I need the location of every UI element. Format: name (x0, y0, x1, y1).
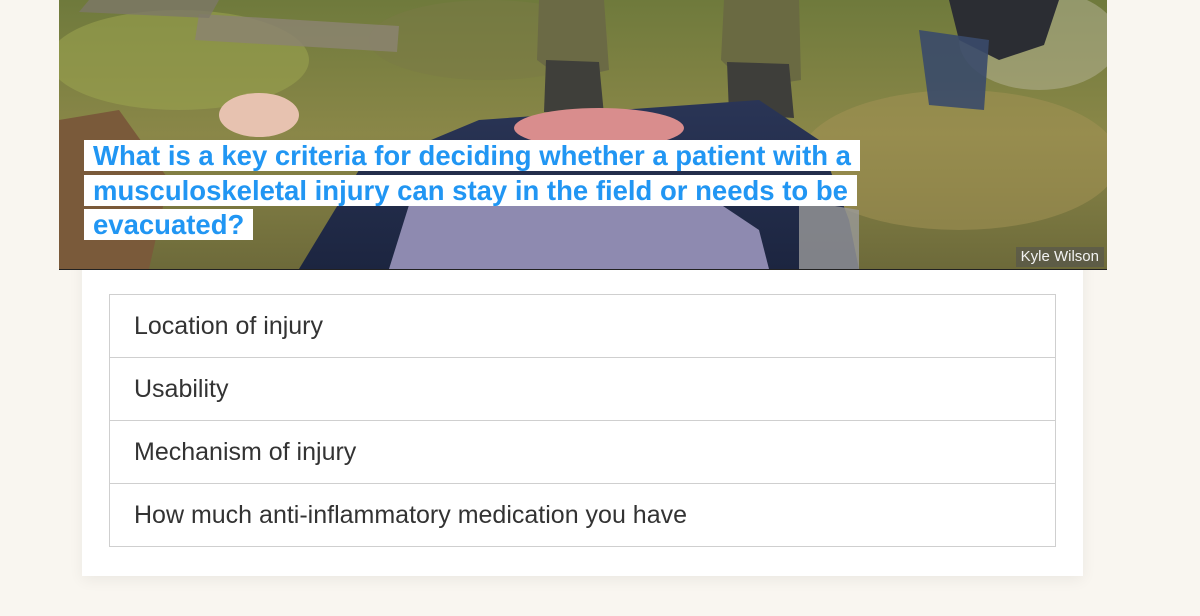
answer-option[interactable]: Usability (110, 358, 1055, 421)
answer-option[interactable]: How much anti-inflammatory medication yo… (110, 484, 1055, 547)
answer-option[interactable]: Location of injury (110, 295, 1055, 358)
answer-options-list: Location of injury Usability Mechanism o… (109, 294, 1056, 547)
question-text: What is a key criteria for deciding whet… (84, 140, 860, 240)
question-text-overlay: What is a key criteria for deciding whet… (84, 139, 964, 243)
answer-option[interactable]: Mechanism of injury (110, 421, 1055, 484)
question-image: What is a key criteria for deciding whet… (59, 0, 1107, 270)
photo-credit: Kyle Wilson (1015, 247, 1104, 267)
